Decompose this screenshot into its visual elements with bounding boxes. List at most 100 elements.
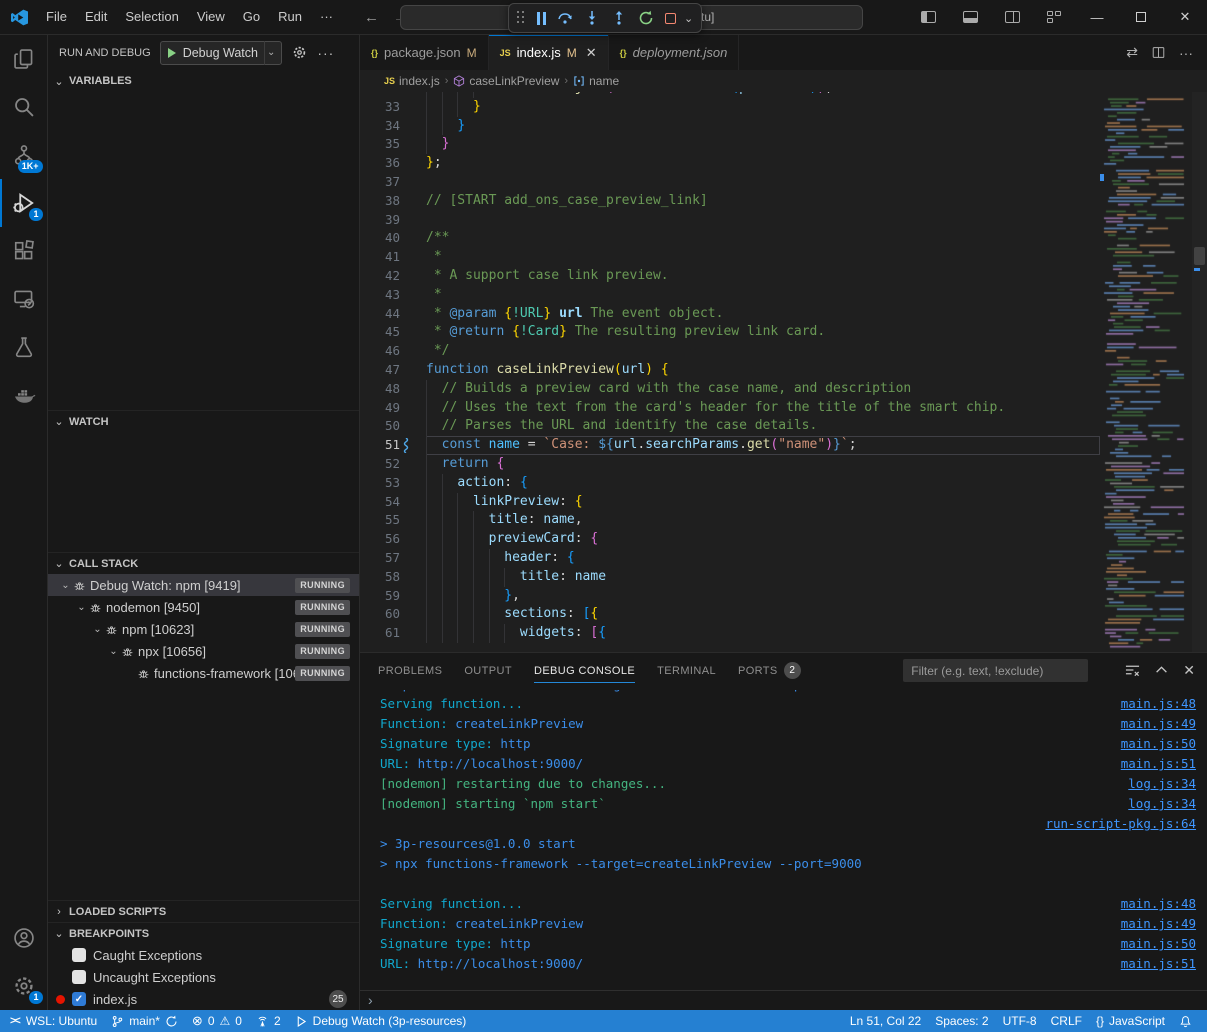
panel-tab-problems[interactable]: PROBLEMS <box>378 653 442 688</box>
source-link[interactable]: main.js:50 <box>1101 734 1196 754</box>
call-stack-row[interactable]: ⌄npx [10656]RUNNING <box>48 640 359 662</box>
toggle-secondary-sidebar-icon[interactable] <box>991 0 1033 35</box>
breakpoint-checkbox[interactable] <box>72 948 86 962</box>
console-row[interactable]: Serving function...main.js:48 <box>380 894 1196 914</box>
chevron-down-icon[interactable]: ⌄ <box>684 12 693 25</box>
source-link[interactable]: main.js:49 <box>1101 714 1196 734</box>
gutter[interactable]: 57 <box>360 549 426 568</box>
gutter[interactable]: 50 <box>360 417 426 436</box>
menu-item-4[interactable]: Go <box>234 5 269 29</box>
breakpoint-row[interactable]: Uncaught Exceptions <box>48 966 359 988</box>
menu-item-2[interactable]: Selection <box>116 5 187 29</box>
gutter[interactable]: 60 <box>360 605 426 624</box>
console-row[interactable]: run-script-pkg.js:64 <box>380 814 1196 834</box>
panel-tab-ports[interactable]: PORTS2 <box>738 653 801 688</box>
gutter[interactable]: 45 <box>360 323 426 342</box>
tab-index.js[interactable]: JSindex.jsM✕ <box>489 35 609 70</box>
console-prompt[interactable]: › <box>360 990 1207 1010</box>
source-link[interactable]: main.js:48 <box>1101 894 1196 914</box>
code-line-44[interactable]: 44 * @param {!URL} url The event object. <box>360 305 1100 324</box>
gutter[interactable]: 39 <box>360 211 426 230</box>
code-editor[interactable]: 32 return res.json(caseLinkPreview(parse… <box>360 92 1207 652</box>
split-editor-icon[interactable] <box>1152 46 1165 59</box>
code-line-49[interactable]: 49 // Uses the text from the card's head… <box>360 399 1100 418</box>
step-over-icon[interactable] <box>557 10 573 26</box>
code-line-40[interactable]: 40/** <box>360 229 1100 248</box>
gutter[interactable]: 54 <box>360 493 426 512</box>
editor-scrollbar[interactable] <box>1192 92 1207 652</box>
breakpoint-row[interactable]: Caught Exceptions <box>48 944 359 966</box>
gutter[interactable]: 52 <box>360 455 426 474</box>
code-line-37[interactable]: 37 <box>360 173 1100 192</box>
debug-config-dropdown[interactable]: Debug Watch ⌄ <box>160 41 283 65</box>
clear-console-icon[interactable] <box>1125 663 1140 678</box>
call-stack-row[interactable]: ⌄Debug Watch: npm [9419]RUNNING <box>48 574 359 596</box>
code-line-43[interactable]: 43 * <box>360 286 1100 305</box>
console-row[interactable]: Serving function...main.js:48 <box>380 694 1196 714</box>
console-row[interactable]: [nodemon] restarting due to changes...lo… <box>380 774 1196 794</box>
status-item-remote[interactable]: ><WSL: Ubuntu <box>0 1010 104 1032</box>
code-line-33[interactable]: 33 } <box>360 98 1100 117</box>
status-item-branch[interactable]: main* <box>104 1010 185 1032</box>
status-item-eol[interactable]: CRLF <box>1044 1010 1089 1032</box>
status-item-ports[interactable]: 2 <box>249 1010 288 1032</box>
restart-icon[interactable] <box>638 10 654 26</box>
gutter[interactable]: 34 <box>360 117 426 136</box>
call-stack-row[interactable]: ⌄npm [10623]RUNNING <box>48 618 359 640</box>
code-line-60[interactable]: 60 sections: [{ <box>360 605 1100 624</box>
section-breakpoints[interactable]: ⌄BREAKPOINTS <box>48 922 359 944</box>
minimap[interactable] <box>1100 92 1192 652</box>
source-link[interactable]: log.js:34 <box>1108 794 1196 814</box>
code-line-35[interactable]: 35 } <box>360 135 1100 154</box>
code-line-50[interactable]: 50 // Parses the URL and identify the ca… <box>360 417 1100 436</box>
menu-item-5[interactable]: Run <box>269 5 311 29</box>
activity-item-extensions[interactable] <box>0 227 48 275</box>
gutter[interactable]: 61 <box>360 624 426 643</box>
gutter[interactable]: 58 <box>360 568 426 587</box>
code-line-34[interactable]: 34 } <box>360 117 1100 136</box>
activity-item-search[interactable] <box>0 83 48 131</box>
section-watch[interactable]: ⌄WATCH <box>48 410 359 432</box>
source-link[interactable]: run-script-pkg.js:64 <box>1025 814 1196 834</box>
code-line-55[interactable]: 55 title: name, <box>360 511 1100 530</box>
gutter[interactable]: 40 <box>360 229 426 248</box>
activity-item-run-debug[interactable]: 1 <box>0 179 48 227</box>
gutter[interactable]: 44 <box>360 305 426 324</box>
close-button[interactable]: ✕ <box>1163 0 1207 35</box>
drag-grip-icon[interactable] <box>517 11 526 26</box>
console-row[interactable]: [nodemon] starting `npm start`log.js:34 <box>380 794 1196 814</box>
code-line-48[interactable]: 48 // Builds a preview card with the cas… <box>360 380 1100 399</box>
gutter[interactable]: 51 <box>360 436 426 455</box>
gutter[interactable]: 41 <box>360 248 426 267</box>
console-row[interactable]: Signature type: httpmain.js:50 <box>380 734 1196 754</box>
menu-item-6[interactable]: ··· <box>311 5 342 29</box>
console-row[interactable]: > npx functions-framework --target=creat… <box>380 854 1196 874</box>
step-into-icon[interactable] <box>584 10 600 26</box>
breakpoint-checkbox[interactable]: ✓ <box>72 992 86 1006</box>
section-call-stack[interactable]: ⌄CALL STACK <box>48 552 359 574</box>
code-line-46[interactable]: 46 */ <box>360 342 1100 361</box>
close-tab-icon[interactable]: ✕ <box>586 45 597 61</box>
code-line-47[interactable]: 47function caseLinkPreview(url) { <box>360 361 1100 380</box>
status-item-cursor[interactable]: Ln 51, Col 22 <box>840 1010 928 1032</box>
gutter[interactable]: 56 <box>360 530 426 549</box>
gutter[interactable]: 46 <box>360 342 426 361</box>
pause-icon[interactable] <box>537 12 546 25</box>
breakpoint-row[interactable]: ✓index.js25 <box>48 988 359 1010</box>
source-link[interactable]: main.js:51 <box>1101 954 1196 974</box>
code-line-51[interactable]: 51 const name = `Case: ${url.searchParam… <box>360 436 1100 455</box>
breadcrumb-item-index.js[interactable]: JSindex.js <box>384 74 440 88</box>
activity-item-testing[interactable] <box>0 323 48 371</box>
menu-item-0[interactable]: File <box>37 5 76 29</box>
source-link[interactable]: main.js:51 <box>1101 754 1196 774</box>
back-arrow-icon[interactable]: ← <box>364 9 379 26</box>
gutter[interactable]: 35 <box>360 135 426 154</box>
status-item-debug[interactable]: Debug Watch (3p-resources) <box>288 1010 474 1032</box>
console-row[interactable]: Signature type: httpmain.js:50 <box>380 934 1196 954</box>
gutter[interactable]: 49 <box>360 399 426 418</box>
code-line-53[interactable]: 53 action: { <box>360 474 1100 493</box>
status-item-notifications[interactable] <box>1172 1010 1199 1032</box>
console-row[interactable]: URL: http://localhost:9000/main.js:51 <box>380 754 1196 774</box>
code-line-52[interactable]: 52 return { <box>360 455 1100 474</box>
start-debug-icon[interactable] <box>168 48 176 58</box>
